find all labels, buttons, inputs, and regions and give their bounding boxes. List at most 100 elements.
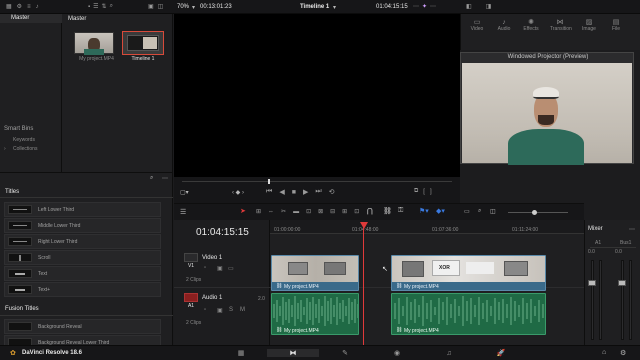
timeline-ruler[interactable]: 01:00:00:00 01:04:48:00 01:07:36:00 01:1… xyxy=(270,220,584,234)
audio-clip[interactable]: ⛓ My project.MP4 xyxy=(271,293,359,335)
inspector-icon-1[interactable]: ◧ xyxy=(466,3,472,10)
auto-select-audio-icon[interactable]: ▣ xyxy=(217,307,223,314)
cut-page-icon[interactable]: ⧓ xyxy=(267,349,319,357)
dynamic-trim-icon[interactable]: ⇔ xyxy=(268,209,274,215)
zoom-custom-icon[interactable]: ◫ xyxy=(490,208,496,215)
viewer-options-icon[interactable]: ⋯ xyxy=(413,3,419,10)
snapping-icon[interactable]: ⋂ xyxy=(367,207,373,215)
blade-tool-icon[interactable]: ✂ xyxy=(281,208,286,215)
mark-in-icon[interactable]: [ xyxy=(423,189,425,195)
viewer-mode-select-icon[interactable]: ▢▾ xyxy=(180,189,189,196)
title-item[interactable]: Middle Lower Third xyxy=(4,218,161,233)
go-to-end-icon[interactable]: ⏭ xyxy=(315,188,321,196)
ripple-overwrite-icon[interactable]: ⊡ xyxy=(354,208,359,215)
linked-selection-icon[interactable]: ⛓ xyxy=(383,207,392,215)
zoom-slider[interactable] xyxy=(508,212,568,213)
loop-icon[interactable]: ⟲ xyxy=(329,188,335,196)
video-clip[interactable]: XOR ⛓ My project.MP4 xyxy=(391,255,546,291)
timeline-view-icon[interactable]: ☰ xyxy=(180,208,186,216)
edit-index-icon[interactable]: ≡ xyxy=(27,4,31,10)
title-item[interactable]: Text xyxy=(4,266,161,281)
marker-icon[interactable]: ◆▾ xyxy=(436,207,445,215)
title-item[interactable]: Scroll xyxy=(4,250,161,265)
list-view-icon[interactable]: ☰ xyxy=(93,3,98,10)
search-icon[interactable]: ⌕ xyxy=(150,175,153,182)
fader-a1[interactable] xyxy=(588,280,596,286)
go-to-start-icon[interactable]: ⏮ xyxy=(266,188,272,196)
sort-icon[interactable]: ⇅ xyxy=(102,3,107,10)
edit-page-icon[interactable]: ✎ xyxy=(319,349,371,357)
title-item[interactable]: Right Lower Third xyxy=(4,234,161,249)
title-item[interactable]: Text+ xyxy=(4,282,161,297)
tab-image[interactable]: ▨ Image xyxy=(581,18,597,32)
fit-to-fill-icon[interactable]: ⊟ xyxy=(330,208,335,215)
title-item[interactable]: Left Lower Third xyxy=(4,202,161,217)
insert-clip-icon[interactable]: ▬ xyxy=(293,209,299,215)
more-options-icon[interactable]: ⋯ xyxy=(162,175,168,182)
bin-master[interactable]: Master xyxy=(0,14,62,23)
clip-thumbnail-timeline[interactable] xyxy=(122,31,164,55)
position-lock-icon[interactable]: ⚿ xyxy=(398,207,403,215)
tab-video[interactable]: ▭ Video xyxy=(469,18,485,32)
dual-viewer-icon[interactable]: ◫ xyxy=(158,3,164,10)
overwrite-clip-icon[interactable]: ⊡ xyxy=(306,208,311,215)
mark-out-icon[interactable]: ] xyxy=(430,189,432,195)
playhead-handle[interactable] xyxy=(360,222,368,229)
place-on-top-icon[interactable]: ⊞ xyxy=(342,208,347,215)
fusion-page-icon[interactable]: ◉ xyxy=(371,349,423,357)
track-name-video[interactable]: Video 1 xyxy=(202,255,222,261)
fader-bus[interactable] xyxy=(618,280,626,286)
zoom-full-icon[interactable]: ▭ xyxy=(464,208,470,215)
prev-frame-icon[interactable]: ‹ ◆ › xyxy=(232,189,244,196)
media-search-icon[interactable]: ⌕ xyxy=(110,3,113,10)
play-icon[interactable]: ▶ xyxy=(303,188,308,196)
zoom-slider-handle[interactable] xyxy=(532,210,537,215)
flag-icon[interactable]: ⚑▾ xyxy=(419,207,429,215)
inspector-icon-2[interactable]: ◨ xyxy=(486,3,492,10)
tab-file[interactable]: ▤ File xyxy=(608,18,624,32)
match-frame-icon[interactable]: ⧉ xyxy=(414,188,418,195)
home-icon[interactable]: ⌂ xyxy=(602,349,606,356)
clip-thumbnail-project[interactable] xyxy=(74,32,114,55)
deliver-page-icon[interactable]: 🚀 xyxy=(475,349,527,357)
viewer-scrubber[interactable] xyxy=(182,181,452,182)
tab-transition[interactable]: ⋈ Transition xyxy=(550,18,572,32)
solo-button[interactable]: S xyxy=(229,307,233,313)
color-viewer-icon[interactable]: ✦ xyxy=(422,3,427,10)
zoom-dropdown-icon[interactable]: ▾ xyxy=(192,4,195,11)
timeline-name[interactable]: Timeline 1 xyxy=(300,4,329,10)
viewer-mode-icon[interactable]: ▣ xyxy=(148,3,154,10)
fusion-title-item[interactable]: Background Reveal xyxy=(4,319,161,334)
mute-button[interactable]: M xyxy=(240,307,245,313)
track-id-a1[interactable]: A1 xyxy=(184,293,198,309)
auto-select-icon[interactable]: ▣ xyxy=(217,265,223,272)
smart-bin-collections[interactable]: Collections xyxy=(13,146,37,152)
track-visibility-icon[interactable]: ▭ xyxy=(228,265,234,272)
track-name-audio[interactable]: Audio 1 xyxy=(202,295,222,301)
effects-icon[interactable]: ⚙ xyxy=(17,3,22,10)
replace-clip-icon[interactable]: ⊠ xyxy=(318,208,323,215)
sound-library-icon[interactable]: ♪ xyxy=(36,4,39,10)
tab-audio[interactable]: ♪ Audio xyxy=(496,19,512,32)
viewer-more-icon[interactable]: ⋯ xyxy=(430,3,436,10)
settings-icon[interactable]: ⚙ xyxy=(620,349,626,357)
zoom-detail-icon[interactable]: ⌕ xyxy=(478,208,481,215)
selection-tool-icon[interactable]: ➤ xyxy=(240,207,246,215)
tab-effects[interactable]: ✺ Effects xyxy=(523,18,539,32)
viewer[interactable] xyxy=(174,14,460,177)
expand-icon[interactable]: › xyxy=(4,146,6,152)
fairlight-page-icon[interactable]: ♫ xyxy=(423,350,475,357)
stop-icon[interactable]: ■ xyxy=(292,189,296,196)
timeline-dropdown-icon[interactable]: ▾ xyxy=(333,4,336,11)
grid-view-icon[interactable]: ▪ xyxy=(88,4,90,10)
lock-audio-icon[interactable]: ▫ xyxy=(204,307,206,313)
video-clip[interactable]: ⛓ My project.MP4 xyxy=(271,255,359,291)
playhead[interactable] xyxy=(363,228,364,345)
play-reverse-icon[interactable]: ◀ xyxy=(279,188,284,196)
media-pool-icon[interactable]: ▦ xyxy=(6,3,12,10)
viewer-scrubber-handle[interactable] xyxy=(268,179,270,184)
zoom-level[interactable]: 70% xyxy=(177,4,189,10)
media-page-icon[interactable]: ▦ xyxy=(215,349,267,357)
audio-clip[interactable]: ⛓ My project.MP4 xyxy=(391,293,546,335)
lock-track-icon[interactable]: ▫ xyxy=(204,265,206,271)
